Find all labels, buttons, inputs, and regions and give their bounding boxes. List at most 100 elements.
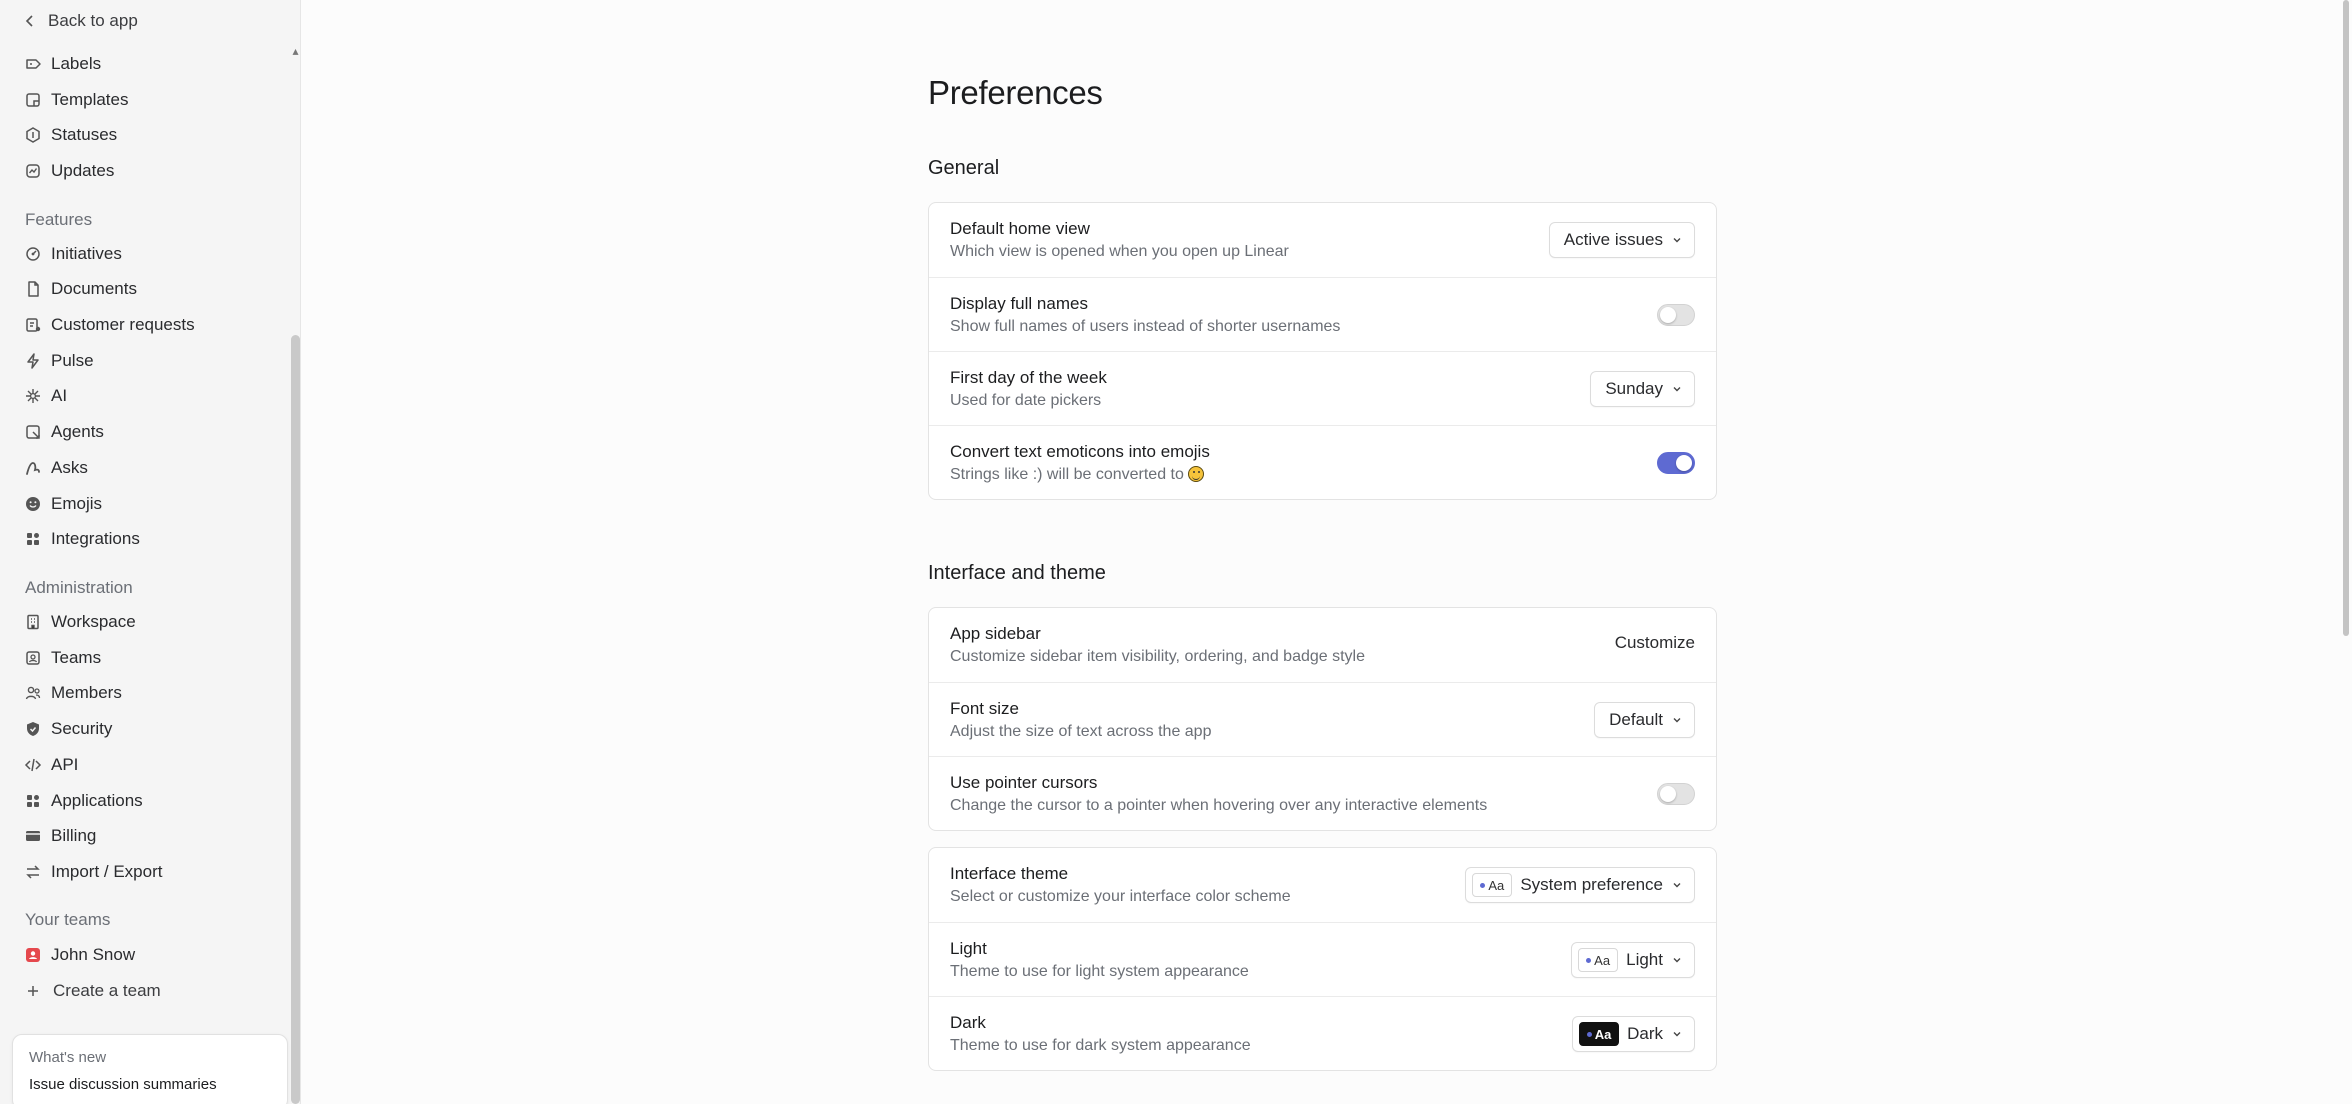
whats-new-card[interactable]: What's new Issue discussion summaries (12, 1034, 288, 1104)
customize-sidebar-button[interactable]: Customize (1615, 633, 1695, 653)
sidebar-item-label: Templates (51, 90, 129, 109)
main-scrollbar-thumb[interactable] (2343, 0, 2349, 636)
main-scrollbar[interactable] (2340, 0, 2352, 1104)
setting-description: Theme to use for light system appearance (950, 963, 1249, 980)
sidebar-item-asks[interactable]: Asks (24, 453, 88, 483)
members-icon (24, 684, 42, 702)
create-team-button[interactable]: Create a team (24, 976, 161, 1006)
sidebar-item-label: Billing (51, 826, 97, 845)
dark-theme-dropdown[interactable]: Aa Dark (1572, 1016, 1695, 1052)
sidebar-item-customer-requests[interactable]: Customer requests (24, 310, 195, 340)
pointer-cursors-toggle[interactable] (1657, 783, 1695, 805)
setting-label: Default home view (950, 219, 1090, 238)
dropdown-value: Active issues (1563, 230, 1663, 249)
sidebar-item-labels[interactable]: Labels (24, 49, 101, 79)
theme-swatch-icon: Aa (1472, 873, 1513, 897)
setting-label: Interface theme (950, 864, 1069, 883)
sidebar-item-agents[interactable]: Agents (24, 417, 104, 447)
setting-label: Dark (950, 1013, 986, 1032)
chevron-down-icon (1673, 718, 1681, 723)
dropdown-value: Sunday (1605, 379, 1663, 398)
back-to-app-link[interactable]: Back to app (24, 9, 138, 33)
display-full-names-toggle[interactable] (1657, 304, 1695, 326)
sidebar-item-security[interactable]: Security (24, 714, 112, 744)
font-size-row: Font size Adjust the size of text across… (929, 682, 1716, 756)
emoticons-desc-text: Strings like :) will be converted to (950, 466, 1184, 483)
sidebar-item-label: Customer requests (51, 315, 195, 334)
default-home-view-row: Default home view Which view is opened w… (929, 203, 1716, 277)
sidebar-item-templates[interactable]: Templates (24, 85, 128, 115)
sparkle-icon (24, 387, 42, 405)
sidebar-item-documents[interactable]: Documents (24, 274, 137, 304)
sidebar-item-applications[interactable]: Applications (24, 786, 143, 816)
sidebar-item-ai[interactable]: AI (24, 381, 67, 411)
sidebar-item-teams[interactable]: Teams (24, 643, 101, 673)
font-size-dropdown[interactable]: Default (1594, 702, 1695, 738)
sidebar-scrollbar[interactable]: ▴ (290, 0, 300, 1104)
create-team-label: Create a team (53, 981, 161, 1000)
team-icon (24, 946, 42, 964)
emoticons-toggle[interactable] (1657, 452, 1695, 474)
light-theme-row: Light Theme to use for light system appe… (929, 922, 1716, 996)
sidebar-item-billing[interactable]: Billing (24, 821, 96, 851)
app-sidebar-row: App sidebar Customize sidebar item visib… (929, 608, 1716, 682)
default-home-view-dropdown[interactable]: Active issues (1548, 222, 1695, 258)
setting-label: App sidebar (950, 624, 1041, 643)
sidebar-scroll-area: Back to app Labels Templates Statuses Up… (0, 0, 290, 1104)
sidebar-item-members[interactable]: Members (24, 678, 122, 708)
sidebar-item-label: Asks (51, 458, 88, 477)
sidebar-item-pulse[interactable]: Pulse (24, 346, 94, 376)
swatch-text: Aa (1594, 952, 1611, 968)
setting-description: Customize sidebar item visibility, order… (950, 648, 1366, 665)
setting-description: Theme to use for dark system appearance (950, 1037, 1251, 1054)
toggle-knob (1660, 307, 1676, 323)
sidebar-item-import-export[interactable]: Import / Export (24, 857, 162, 887)
sidebar-item-statuses[interactable]: Statuses (24, 120, 117, 150)
administration-heading: Administration (25, 578, 133, 597)
general-card: Default home view Which view is opened w… (928, 202, 1717, 500)
first-day-dropdown[interactable]: Sunday (1590, 371, 1695, 407)
teams-icon (24, 649, 42, 667)
label-icon (24, 55, 42, 73)
setting-label: Use pointer cursors (950, 773, 1098, 792)
features-heading: Features (25, 210, 93, 229)
sidebar-item-emojis[interactable]: Emojis (24, 489, 102, 519)
sidebar-item-team-john-snow[interactable]: John Snow (24, 940, 135, 970)
sidebar-item-integrations[interactable]: Integrations (24, 524, 140, 554)
initiatives-icon (24, 245, 42, 263)
interface-theme-dropdown[interactable]: Aa System preference (1465, 867, 1695, 903)
sidebar-item-label: Security (51, 719, 113, 738)
sidebar-item-label: Labels (51, 54, 102, 73)
setting-description: Strings like :) will be converted to (950, 466, 1204, 484)
sidebar-scrollbar-thumb[interactable] (291, 335, 300, 1104)
dropdown-value: Default (1609, 710, 1663, 729)
setting-description: Change the cursor to a pointer when hove… (950, 797, 1488, 814)
swatch-text: Aa (1488, 877, 1505, 893)
light-swatch-icon: Aa (1578, 948, 1619, 972)
sidebar-item-label: Integrations (51, 529, 140, 548)
sidebar-item-label: Emojis (51, 494, 103, 513)
sidebar-item-updates[interactable]: Updates (24, 156, 114, 186)
pulse-icon (24, 352, 42, 370)
applications-icon (24, 792, 42, 810)
setting-label: First day of the week (950, 368, 1107, 387)
dropdown-value: System preference (1520, 875, 1663, 894)
dark-theme-row: Dark Theme to use for dark system appear… (929, 996, 1716, 1070)
setting-label: Convert text emoticons into emojis (950, 442, 1210, 461)
sidebar-item-workspace[interactable]: Workspace (24, 607, 136, 637)
chevron-down-icon (1673, 387, 1681, 392)
sidebar-item-api[interactable]: API (24, 750, 78, 780)
light-theme-dropdown[interactable]: Aa Light (1571, 942, 1695, 978)
whats-new-label: What's new (29, 1049, 107, 1066)
chevron-down-icon (1673, 238, 1681, 243)
sidebar-item-label: Workspace (51, 612, 136, 631)
settings-sidebar: Back to app Labels Templates Statuses Up… (0, 0, 301, 1104)
agents-icon (24, 423, 42, 441)
setting-description: Which view is opened when you open up Li… (950, 243, 1289, 260)
scroll-up-arrow-icon[interactable]: ▴ (290, 44, 300, 58)
emoji-icon (24, 495, 42, 513)
back-to-app-label: Back to app (48, 11, 138, 30)
interface-section-title: Interface and theme (928, 562, 1106, 584)
sidebar-item-label: API (51, 755, 79, 774)
sidebar-item-initiatives[interactable]: Initiatives (24, 239, 122, 269)
